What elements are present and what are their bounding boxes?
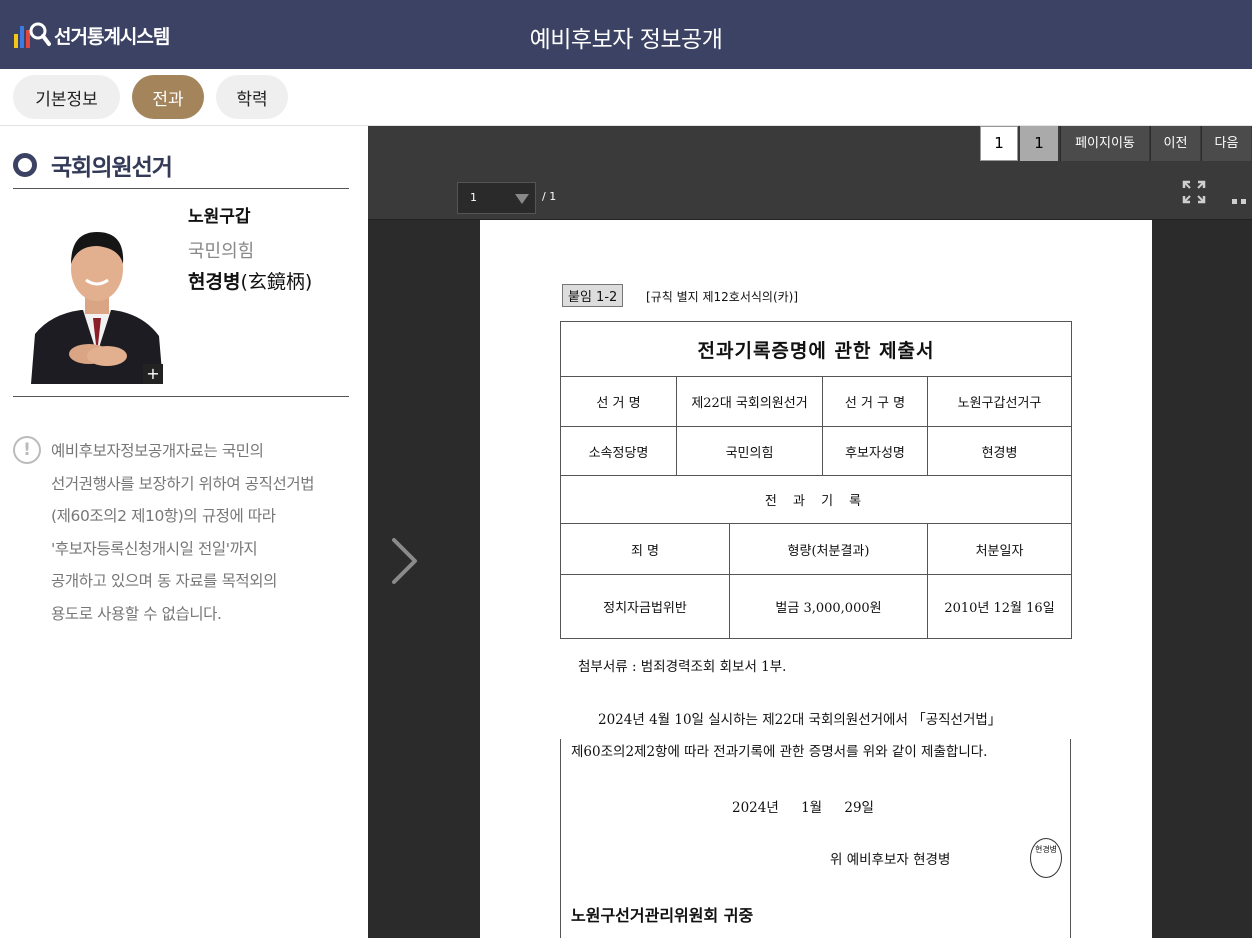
current-page-input[interactable]: 1 [980,126,1018,161]
page-title: 예비후보자 정보공개 [529,27,723,53]
party-label: 소속정당명 [560,426,677,476]
total-pages: 1 [1020,126,1058,161]
record-section-header: 전 과 기 록 [559,475,1073,524]
district-label: 노원구갑 [188,207,251,227]
more-icon[interactable] [1232,190,1246,204]
divider [13,188,349,189]
page-count-label: / 1 [542,190,557,203]
record-form-table: 전과기록증명에 관한 제출서 선 거 명 제22대 국회의원선거 선 거 구 명… [559,321,1073,639]
seal-stamp: 현경병 [1030,838,1062,878]
form-title: 전과기록증명에 관한 제출서 [559,321,1073,377]
notice-line: 예비후보자정보공개자료는 국민의 [51,442,264,460]
attachment-line: 첨부서류 : 범죄경력조회 회보서 1부. [578,659,787,675]
election-type-heading: 국회의원선거 [13,148,173,182]
tab-basic-info[interactable]: 기본정보 [13,75,120,119]
district-name-label: 선 거 구 명 [822,376,928,427]
record-cell: 2010년 12월 16일 [926,574,1073,639]
candidate-photo[interactable]: + [31,214,163,384]
notice-line: 용도로 사용할 수 없습니다. [51,604,222,623]
page-select[interactable]: 1 [457,182,536,214]
document-page: 붙임 1-2 [규칙 별지 제12호서식의(카)] 전과기록증명에 관한 제출서… [480,220,1152,938]
column-header: 죄 명 [560,523,730,575]
election-type-text: 국회의원선거 [51,155,173,181]
chevron-right-icon[interactable] [390,536,420,586]
candidate-name-hanja: (玄鏡柄) [240,271,313,293]
document-badge: 붙임 1-2 [562,284,624,307]
signature-line: 위 예비후보자 현경병 [830,852,951,868]
notice-line: (제60조의2 제10항)의 규정에 따라 [51,507,276,525]
ring-icon [13,153,37,177]
top-header: 선거통계시스템 예비후보자 정보공개 [0,0,1252,69]
form-reference: [규칙 별지 제12호서식의(카)] [646,290,799,304]
statement-line: 제60조의2제2항에 따라 전과기록에 관한 증명서를 위와 같이 제출합니다. [571,744,988,760]
next-button[interactable]: 다음 [1201,126,1251,161]
party-label: 국민의힘 [188,241,255,262]
district-name-value: 노원구갑선거구 [926,376,1073,427]
photo-expand-button[interactable]: + [143,364,163,384]
candidate-name-label: 후보자성명 [822,426,928,476]
candidate-panel: 국회의원선거 + 노원구갑 국민의힘 현경병(玄鏡柄) ! 예비후보자정보공개자… [0,126,368,938]
addressee: 노원구선거관리위원회 귀중 [571,906,754,925]
column-header: 처분일자 [926,523,1073,575]
fullscreen-icon[interactable] [1182,180,1206,204]
party-value: 국민의힘 [676,426,823,476]
record-cell: 정치자금법위반 [560,574,730,639]
candidate-name-value: 현경병 [926,426,1073,476]
tab-bar: 기본정보 전과 학력 [0,69,1252,126]
exclamation-icon: ! [13,436,41,464]
go-to-page-button[interactable]: 페이지이동 [1060,126,1149,161]
divider [13,396,349,397]
submission-date: 2024년 1월 29일 [732,800,874,816]
notice-line: 선거권행사를 보장하기 위하여 공직선거법 [51,474,315,493]
page-nav-bar: 1 1 페이지이동 이전 다음 [368,126,1252,166]
notice-text: 예비후보자정보공개자료는 국민의 선거권행사를 보장하기 위하여 공직선거법 (… [51,435,361,630]
prev-button[interactable]: 이전 [1150,126,1200,161]
notice-line: '후보자등록신청개시일 전일'까지 [51,539,258,558]
candidate-portrait-icon [31,214,163,384]
election-name-value: 제22대 국회의원선거 [676,376,823,427]
page-select-value: 1 [470,191,477,204]
notice-line: 공개하고 있으며 동 자료를 목적외의 [51,572,278,590]
column-header: 형량(처분결과) [729,523,928,575]
record-cell: 벌금 3,000,000원 [729,574,928,639]
tab-education[interactable]: 학력 [216,75,288,119]
election-name-label: 선 거 명 [560,376,677,427]
statement-line: 2024년 4월 10일 실시하는 제22대 국회의원선거에서 「공직선거법」 [598,712,1002,728]
caret-down-icon [515,194,529,204]
tab-criminal-record[interactable]: 전과 [132,75,204,119]
pdf-toolbar: 1 / 1 [368,166,1252,220]
candidate-name-korean: 현경병 [188,271,241,293]
candidate-name: 현경병(玄鏡柄) [188,267,312,294]
document-viewer: 1 1 페이지이동 이전 다음 1 / 1 붙임 1-2 [규칙 별지 제12호… [368,126,1252,938]
